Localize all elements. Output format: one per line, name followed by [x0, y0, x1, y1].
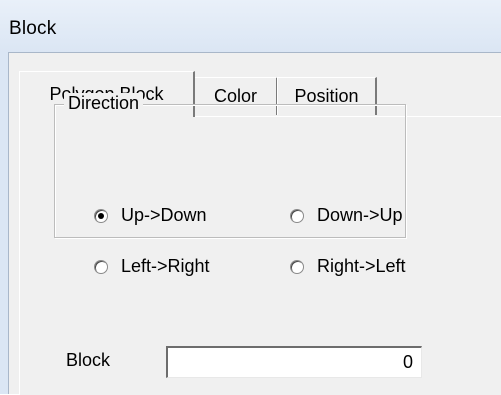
- title-bar[interactable]: Block: [0, 0, 501, 52]
- radio-left-right[interactable]: Left->Right: [94, 256, 210, 277]
- radio-down-up[interactable]: Down->Up: [290, 205, 403, 226]
- radio-right-left-label: Right->Left: [317, 256, 406, 276]
- radio-up-down-indicator[interactable]: [94, 208, 108, 223]
- radio-right-left-indicator[interactable]: [290, 259, 304, 274]
- window-title: Block: [9, 18, 57, 39]
- radio-down-up-label: Down->Up: [317, 205, 403, 225]
- block-input[interactable]: 0: [166, 346, 422, 378]
- radio-down-up-indicator[interactable]: [290, 208, 304, 223]
- radio-right-left[interactable]: Right->Left: [290, 256, 406, 277]
- radio-left-right-indicator[interactable]: [94, 259, 108, 274]
- radio-up-down[interactable]: Up->Down: [94, 205, 207, 226]
- block-label: Block: [66, 350, 111, 370]
- direction-legend: Direction: [64, 93, 144, 114]
- block-input-value: 0: [402, 352, 413, 372]
- radio-up-down-label: Up->Down: [121, 205, 207, 225]
- radio-left-right-label: Left->Right: [121, 256, 210, 276]
- block-dialog: Block Polygon Block Color Position Direc…: [0, 0, 501, 395]
